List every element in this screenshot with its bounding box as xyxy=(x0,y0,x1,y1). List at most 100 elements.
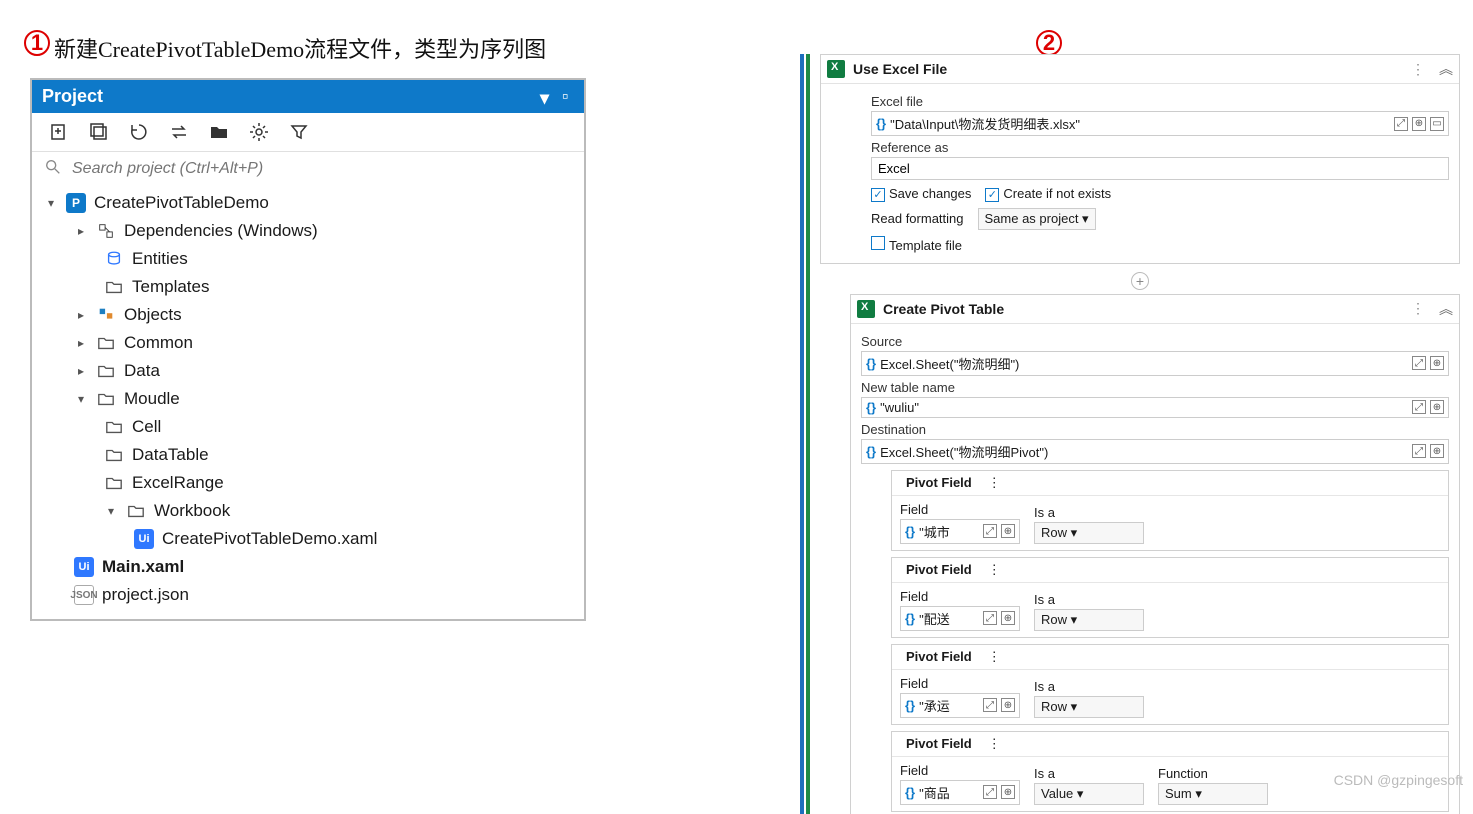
plus-icon[interactable]: ⊕ xyxy=(1001,611,1015,625)
sync-icon[interactable] xyxy=(168,121,190,143)
field-expression[interactable]: {} "承运 ⤢ ⊕ xyxy=(900,693,1020,718)
caption-text: 新建CreatePivotTableDemo流程文件，类型为序列图 xyxy=(54,32,546,64)
tree-xaml-file[interactable]: UiCreatePivotTableDemo.xaml xyxy=(40,525,578,553)
new-table-expression[interactable]: {} "wuliu" ⤢ ⊕ xyxy=(861,397,1449,418)
caret-down-icon[interactable]: ▾ xyxy=(74,392,88,406)
expand-icon[interactable]: ⤢ xyxy=(1394,117,1408,131)
collapse-icon[interactable]: ︽ xyxy=(1439,299,1453,319)
plus-icon[interactable]: ⊕ xyxy=(1430,356,1444,370)
card-title: Create Pivot Table xyxy=(883,301,1004,317)
excel-file-expression[interactable]: {} "Data\Input\物流发货明细表.xlsx" ⤢ ⊕ ▭ xyxy=(871,111,1449,136)
function-select[interactable]: Sum ▾ xyxy=(1158,783,1268,805)
tree-root[interactable]: ▾PCreatePivotTableDemo xyxy=(40,189,578,217)
expand-icon[interactable]: ⤢ xyxy=(1412,444,1426,458)
settings-icon[interactable] xyxy=(248,121,270,143)
expression-value: "承运 xyxy=(919,696,979,715)
tree-main[interactable]: UiMain.xaml xyxy=(40,553,578,581)
tree-label: Objects xyxy=(124,305,182,325)
pin-icon[interactable]: ▾ xyxy=(540,88,554,102)
expression-value: "Data\Input\物流发货明细表.xlsx" xyxy=(890,114,1390,133)
isa-select[interactable]: Row ▾ xyxy=(1034,522,1144,544)
tree-dependencies[interactable]: ▸Dependencies (Windows) xyxy=(40,217,578,245)
tree-excelrange[interactable]: ExcelRange xyxy=(40,469,578,497)
pivot-field-title: Pivot Field xyxy=(906,649,972,664)
expand-icon[interactable]: ⤢ xyxy=(983,698,997,712)
tree-label: CreatePivotTableDemo.xaml xyxy=(162,529,377,549)
tree-moudle[interactable]: ▾Moudle xyxy=(40,385,578,413)
tree-label: DataTable xyxy=(132,445,209,465)
panel-menu-icon[interactable]: ▫ xyxy=(562,86,576,100)
pivot-field-card[interactable]: Pivot Field ⋮ Field {} "配送 ⤢ ⊕ Is a Row … xyxy=(891,557,1449,638)
tree-label: Templates xyxy=(132,277,209,297)
plus-icon[interactable]: ⊕ xyxy=(1001,698,1015,712)
more-icon[interactable]: ⋮ xyxy=(988,736,1001,752)
source-expression[interactable]: {} Excel.Sheet("物流明细") ⤢ ⊕ xyxy=(861,351,1449,376)
expand-icon[interactable]: ⤢ xyxy=(983,524,997,538)
workflow-panel: Use Excel File ⋮ ︽ Excel file {} "Data\I… xyxy=(800,54,1460,814)
folder-icon xyxy=(104,417,124,437)
more-icon[interactable]: ⋮ xyxy=(1407,61,1431,78)
isa-select[interactable]: Row ▾ xyxy=(1034,696,1144,718)
pivot-field-card[interactable]: Pivot Field ⋮ Field {} "城市 ⤢ ⊕ Is a Row … xyxy=(891,470,1449,551)
caret-right-icon[interactable]: ▸ xyxy=(74,364,88,378)
expand-icon[interactable]: ⤢ xyxy=(983,611,997,625)
tree-datatable[interactable]: DataTable xyxy=(40,441,578,469)
field-label: Field xyxy=(900,589,1020,604)
expression-value: "城市 xyxy=(919,522,979,541)
filter-icon[interactable] xyxy=(288,121,310,143)
plus-icon[interactable]: ⊕ xyxy=(1001,524,1015,538)
add-activity-button[interactable]: + xyxy=(820,272,1460,290)
plus-icon[interactable]: ⊕ xyxy=(1412,117,1426,131)
caret-down-icon[interactable]: ▾ xyxy=(104,504,118,518)
caret-right-icon[interactable]: ▸ xyxy=(74,308,88,322)
brace-icon: {} xyxy=(905,611,915,626)
destination-label: Destination xyxy=(861,422,1449,437)
browse-icon[interactable]: ▭ xyxy=(1430,117,1444,131)
create-pivot-table-card[interactable]: Create Pivot Table ⋮ ︽ Source {} Excel.S… xyxy=(850,294,1460,814)
isa-label: Is a xyxy=(1034,505,1144,520)
badge-one: 1 xyxy=(24,30,50,56)
more-icon[interactable]: ⋮ xyxy=(988,475,1001,491)
more-icon[interactable]: ⋮ xyxy=(988,562,1001,578)
tree-project-json[interactable]: JSONproject.json xyxy=(40,581,578,609)
template-file-checkbox[interactable]: Template file xyxy=(871,236,962,253)
caret-right-icon[interactable]: ▸ xyxy=(74,224,88,238)
plus-icon[interactable]: ⊕ xyxy=(1430,444,1444,458)
expand-icon[interactable]: ⤢ xyxy=(1412,356,1426,370)
use-excel-file-card[interactable]: Use Excel File ⋮ ︽ Excel file {} "Data\I… xyxy=(820,54,1460,264)
pivot-field-card[interactable]: Pivot Field ⋮ Field {} "商品 ⤢ ⊕ Is a Valu… xyxy=(891,731,1449,812)
tree-label: ExcelRange xyxy=(132,473,224,493)
tree-common[interactable]: ▸Common xyxy=(40,329,578,357)
save-all-icon[interactable] xyxy=(88,121,110,143)
reference-input[interactable] xyxy=(871,157,1449,180)
create-if-not-exists-checkbox[interactable]: ✓Create if not exists xyxy=(985,186,1111,202)
field-expression[interactable]: {} "配送 ⤢ ⊕ xyxy=(900,606,1020,631)
more-icon[interactable]: ⋮ xyxy=(1407,300,1431,317)
more-icon[interactable]: ⋮ xyxy=(988,649,1001,665)
isa-select[interactable]: Value ▾ xyxy=(1034,783,1144,805)
collapse-icon[interactable]: ︽ xyxy=(1439,59,1453,79)
new-file-icon[interactable] xyxy=(48,121,70,143)
save-changes-checkbox[interactable]: ✓Save changes xyxy=(871,186,971,202)
isa-select[interactable]: Row ▾ xyxy=(1034,609,1144,631)
tree-objects[interactable]: ▸ Objects xyxy=(40,301,578,329)
open-folder-icon[interactable] xyxy=(208,121,230,143)
tree-workbook[interactable]: ▾Workbook xyxy=(40,497,578,525)
expand-icon[interactable]: ⤢ xyxy=(1412,400,1426,414)
caret-down-icon[interactable]: ▾ xyxy=(44,196,58,210)
read-formatting-select[interactable]: Same as project ▾ xyxy=(978,208,1096,230)
brace-icon: {} xyxy=(876,116,886,131)
field-expression[interactable]: {} "城市 ⤢ ⊕ xyxy=(900,519,1020,544)
tree-templates[interactable]: Templates xyxy=(40,273,578,301)
plus-icon[interactable]: ⊕ xyxy=(1430,400,1444,414)
refresh-icon[interactable] xyxy=(128,121,150,143)
tree-cell[interactable]: Cell xyxy=(40,413,578,441)
tree-data[interactable]: ▸Data xyxy=(40,357,578,385)
tree-entities[interactable]: Entities xyxy=(40,245,578,273)
search-input[interactable] xyxy=(70,159,572,179)
entities-icon xyxy=(104,249,124,269)
field-expression[interactable]: {} "商品 ⤢ ⊕ xyxy=(900,780,1020,805)
destination-expression[interactable]: {} Excel.Sheet("物流明细Pivot") ⤢ ⊕ xyxy=(861,439,1449,464)
pivot-field-card[interactable]: Pivot Field ⋮ Field {} "承运 ⤢ ⊕ Is a Row … xyxy=(891,644,1449,725)
caret-right-icon[interactable]: ▸ xyxy=(74,336,88,350)
